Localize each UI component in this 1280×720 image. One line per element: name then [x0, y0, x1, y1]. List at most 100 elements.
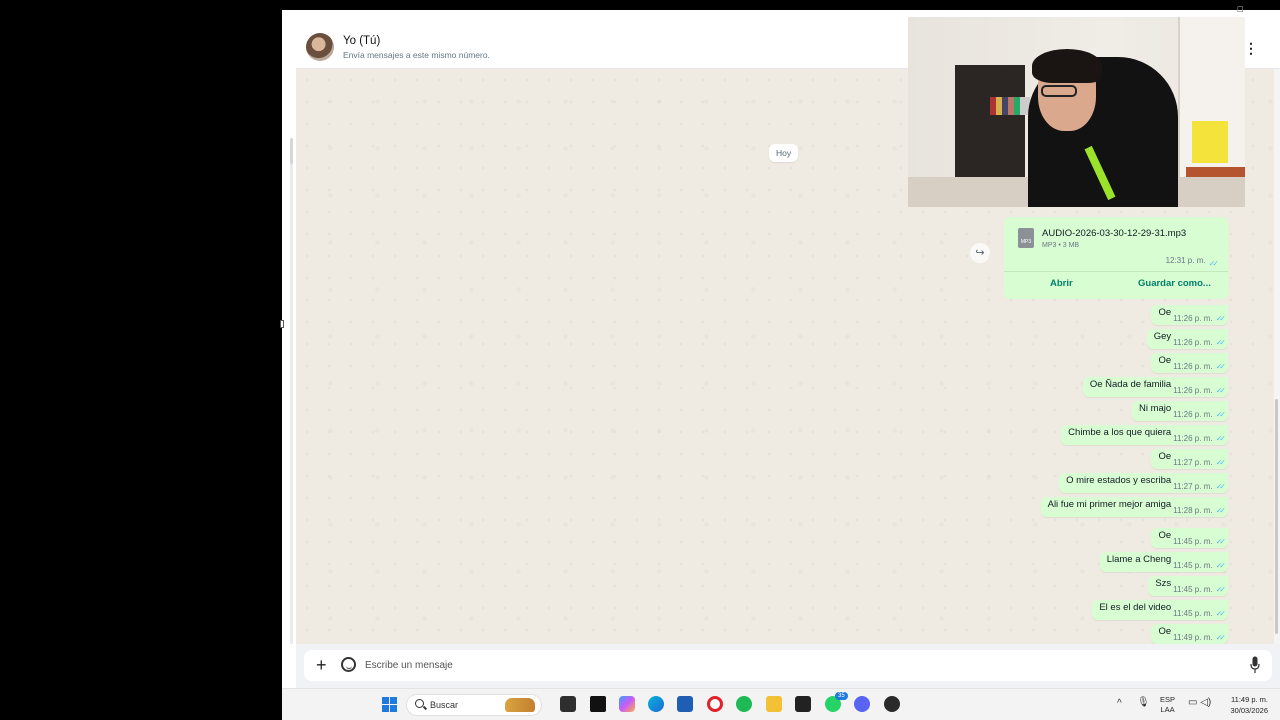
message-time: 11:26 p. m.: [1173, 313, 1213, 323]
message-time: 11:27 p. m.: [1173, 457, 1213, 467]
microphone-icon[interactable]: [1250, 656, 1260, 674]
message-text: Ni majo: [1138, 402, 1172, 414]
read-ticks-icon: ✓✓: [1215, 632, 1227, 642]
webcam-books: [990, 97, 1030, 115]
capcut-icon[interactable]: [590, 696, 606, 712]
message-text: El es el del video: [1099, 601, 1172, 613]
read-ticks-icon: ✓✓: [1215, 584, 1227, 594]
message-bubble[interactable]: Oe 11:45 p. m. ✓✓: [1151, 528, 1228, 548]
store-icon[interactable]: [677, 696, 693, 712]
start-icon[interactable]: [382, 697, 397, 712]
contact-name[interactable]: Yo (Tú): [343, 35, 380, 47]
davinci-icon[interactable]: [884, 696, 900, 712]
chat-scrollbar[interactable]: [1274, 69, 1280, 644]
message-bubble[interactable]: Ali fue mi primer mejor amiga 11:28 p. m.…: [1040, 497, 1228, 517]
read-ticks-icon: ✓✓: [1215, 457, 1227, 467]
webcam-box: [1192, 121, 1228, 163]
message-time: 12:31 p. m. ✓✓: [1165, 256, 1220, 268]
keyboard-layout: LAA: [1160, 705, 1175, 714]
tray-microphone-icon[interactable]: 🎙: [1137, 697, 1150, 708]
read-ticks-icon: ✓✓: [1215, 505, 1227, 515]
desktop-screen: ▫ Yo (Tú) Envía mensajes a este mismo nú…: [0, 0, 1280, 720]
message-time: 11:26 p. m.: [1173, 361, 1213, 371]
save-as-button[interactable]: Guardar como...: [1138, 278, 1211, 289]
sidebar-scroll-thumb[interactable]: [290, 138, 293, 164]
message-time: 11:26 p. m.: [1173, 337, 1213, 347]
message-bubble[interactable]: Szs 11:45 p. m. ✓✓: [1148, 576, 1228, 596]
explorer-icon[interactable]: [766, 696, 782, 712]
file-meta: MP3 • 3 MB: [1042, 242, 1080, 249]
files-icon[interactable]: [560, 696, 576, 712]
message-bubble[interactable]: Gey 11:26 p. m. ✓✓: [1146, 329, 1228, 349]
chevron-up-icon[interactable]: ^: [1117, 698, 1122, 709]
message-bubble[interactable]: Oe Ñada de familia 11:26 p. m. ✓✓: [1082, 377, 1228, 397]
file-attachment-card[interactable]: MP3 AUDIO-2026-03-30-12-29-31.mp3 MP3 • …: [1010, 223, 1222, 268]
attach-plus-icon[interactable]: +: [316, 655, 327, 676]
whatsapp-badge: 35: [835, 692, 848, 700]
message-time: 11:26 p. m.: [1173, 433, 1213, 443]
audio-file-icon: MP3: [1018, 228, 1034, 248]
message-bubble[interactable]: Oe 11:26 p. m. ✓✓: [1151, 305, 1228, 325]
message-composer: +: [296, 644, 1280, 688]
edge-icon[interactable]: [648, 696, 664, 712]
message-text: Chimbe a los que quiera: [1068, 426, 1172, 438]
message-bubble[interactable]: El es el del video 11:45 p. m. ✓✓: [1092, 600, 1228, 620]
clock-time: 11:49 p. m.: [1231, 695, 1268, 704]
sticker-icon[interactable]: [341, 657, 356, 672]
webcam-hair: [1032, 49, 1102, 83]
message-time: 11:27 p. m.: [1173, 481, 1213, 491]
message-bubble[interactable]: Llame a Cheng 11:45 p. m. ✓✓: [1099, 552, 1228, 572]
message-text: Oe: [1158, 354, 1172, 366]
read-ticks-icon: ✓✓: [1215, 385, 1227, 395]
message-text: Gey: [1153, 330, 1172, 342]
file-name: AUDIO-2026-03-30-12-29-31.mp3: [1042, 228, 1187, 239]
message-time: 11:45 p. m.: [1173, 560, 1213, 570]
language-indicator[interactable]: ESP LAA: [1160, 695, 1175, 715]
network-volume-icons[interactable]: ▭ ◁): [1188, 697, 1211, 708]
message-text: Oe: [1158, 450, 1172, 462]
message-text: Szs: [1155, 577, 1172, 589]
file-message-bubble[interactable]: MP3 AUDIO-2026-03-30-12-29-31.mp3 MP3 • …: [1004, 217, 1228, 299]
discord-icon[interactable]: [854, 696, 870, 712]
contact-avatar[interactable]: [306, 33, 334, 61]
spotify-icon[interactable]: [736, 696, 752, 712]
message-input[interactable]: [365, 656, 1225, 675]
clock-date: 30/03/2026: [1230, 706, 1268, 715]
taskbar-search[interactable]: Buscar: [406, 694, 542, 716]
message-bubble[interactable]: Ni majo 11:26 p. m. ✓✓: [1131, 401, 1228, 421]
message-bubble[interactable]: Chimbe a los que quiera 11:26 p. m. ✓✓: [1061, 425, 1228, 445]
read-ticks-icon: ✓✓: [1215, 409, 1227, 419]
sidebar-scroll-strip: [282, 10, 296, 688]
divider: [1004, 271, 1228, 272]
taskbar-clock[interactable]: 11:49 p. m. 30/03/2026: [1230, 694, 1268, 716]
more-options-icon[interactable]: ⋮: [1244, 40, 1258, 57]
read-ticks-icon: ✓✓: [1215, 608, 1227, 618]
copilot-icon[interactable]: [619, 696, 635, 712]
message-bubble[interactable]: Oe 11:49 p. m. ✓✓: [1151, 624, 1228, 644]
read-ticks-icon: ✓✓: [1215, 313, 1227, 323]
read-ticks-icon: ✓✓: [1215, 361, 1227, 371]
read-ticks-icon: ✓✓: [1215, 481, 1227, 491]
chat-scroll-thumb[interactable]: [1275, 399, 1278, 634]
message-text: Oe: [1158, 529, 1172, 541]
window-controls[interactable]: ▫: [1237, 2, 1244, 15]
read-ticks-icon: ✓✓: [1215, 536, 1227, 546]
contact-subtitle: Envía mensajes a este mismo número.: [343, 50, 490, 60]
read-ticks-icon: ✓✓: [1215, 433, 1227, 443]
epic-games-icon[interactable]: [795, 696, 811, 712]
open-file-button[interactable]: Abrir: [1050, 278, 1073, 289]
composer-box: +: [304, 650, 1272, 681]
message-text: Llame a Cheng: [1106, 553, 1172, 565]
message-bubble[interactable]: O mire estados y escriba 11:27 p. m. ✓✓: [1059, 473, 1228, 493]
message-text: Oe: [1158, 625, 1172, 637]
forward-icon[interactable]: ↪: [970, 243, 990, 263]
message-bubble[interactable]: Oe 11:26 p. m. ✓✓: [1151, 353, 1228, 373]
read-ticks-icon: ✓✓: [1215, 337, 1227, 347]
webcam-shelf: [955, 65, 1025, 180]
message-time: 11:45 p. m.: [1173, 536, 1213, 546]
mouse-cursor: [280, 320, 284, 328]
sidebar-scrollbar[interactable]: [290, 144, 293, 644]
message-time: 11:28 p. m.: [1173, 505, 1213, 515]
message-bubble[interactable]: Oe 11:27 p. m. ✓✓: [1151, 449, 1228, 469]
opera-icon[interactable]: [707, 696, 723, 712]
